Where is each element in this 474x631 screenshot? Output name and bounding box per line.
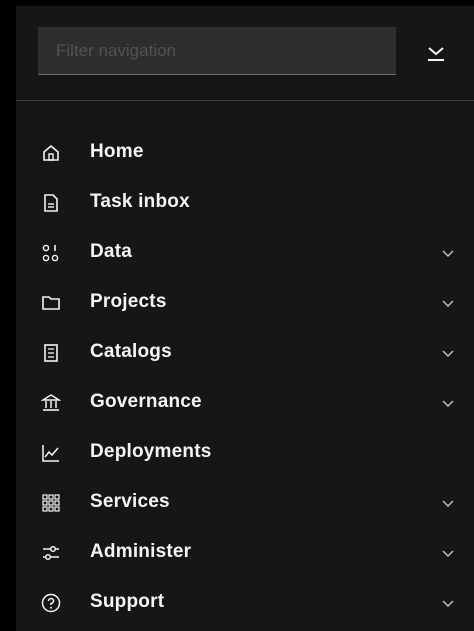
nav-item-home[interactable]: Home	[16, 128, 474, 178]
home-icon	[41, 143, 61, 163]
bank-icon	[41, 393, 61, 413]
nav-item-label: Support	[90, 591, 165, 612]
nav-item-catalogs[interactable]: Catalogs	[16, 328, 474, 378]
chevron-down-icon	[442, 350, 454, 357]
nav-item-deployments[interactable]: Deployments	[16, 428, 474, 478]
nav-item-administer[interactable]: Administer	[16, 528, 474, 578]
chevron-down-icon	[442, 250, 454, 257]
nav-item-label: Services	[90, 491, 170, 512]
chart-line-icon	[41, 443, 61, 463]
grid-icon	[41, 493, 61, 513]
filter-navigation-input[interactable]	[38, 27, 396, 75]
nav-item-label: Governance	[90, 391, 202, 412]
side-nav-panel: Home Task inbox Data Projects	[16, 6, 474, 631]
nav-list: Home Task inbox Data Projects Catalogs G…	[16, 128, 474, 628]
nav-item-label: Data	[90, 241, 132, 262]
nav-item-label: Administer	[90, 541, 192, 562]
nav-item-projects[interactable]: Projects	[16, 278, 474, 328]
help-icon	[41, 593, 61, 613]
nav-item-support[interactable]: Support	[16, 578, 474, 628]
nav-item-label: Projects	[90, 291, 167, 312]
nav-item-services[interactable]: Services	[16, 478, 474, 528]
catalog-icon	[41, 343, 61, 363]
chevron-down-icon	[442, 550, 454, 557]
document-icon	[41, 193, 61, 213]
nav-item-data[interactable]: Data	[16, 228, 474, 278]
nav-item-label: Catalogs	[90, 341, 172, 362]
data-icon	[41, 243, 61, 263]
nav-item-task-inbox[interactable]: Task inbox	[16, 178, 474, 228]
settings-adjust-icon	[41, 543, 61, 563]
collapse-all-button[interactable]	[424, 40, 448, 64]
chevron-down-icon	[442, 600, 454, 607]
collapse-icon	[428, 47, 444, 61]
chevron-down-icon	[442, 500, 454, 507]
chevron-down-icon	[442, 300, 454, 307]
folder-icon	[41, 293, 61, 313]
nav-item-label: Task inbox	[90, 191, 190, 212]
nav-item-label: Deployments	[90, 441, 212, 462]
filter-row	[16, 6, 474, 101]
nav-item-label: Home	[90, 141, 144, 162]
chevron-down-icon	[442, 400, 454, 407]
nav-item-governance[interactable]: Governance	[16, 378, 474, 428]
